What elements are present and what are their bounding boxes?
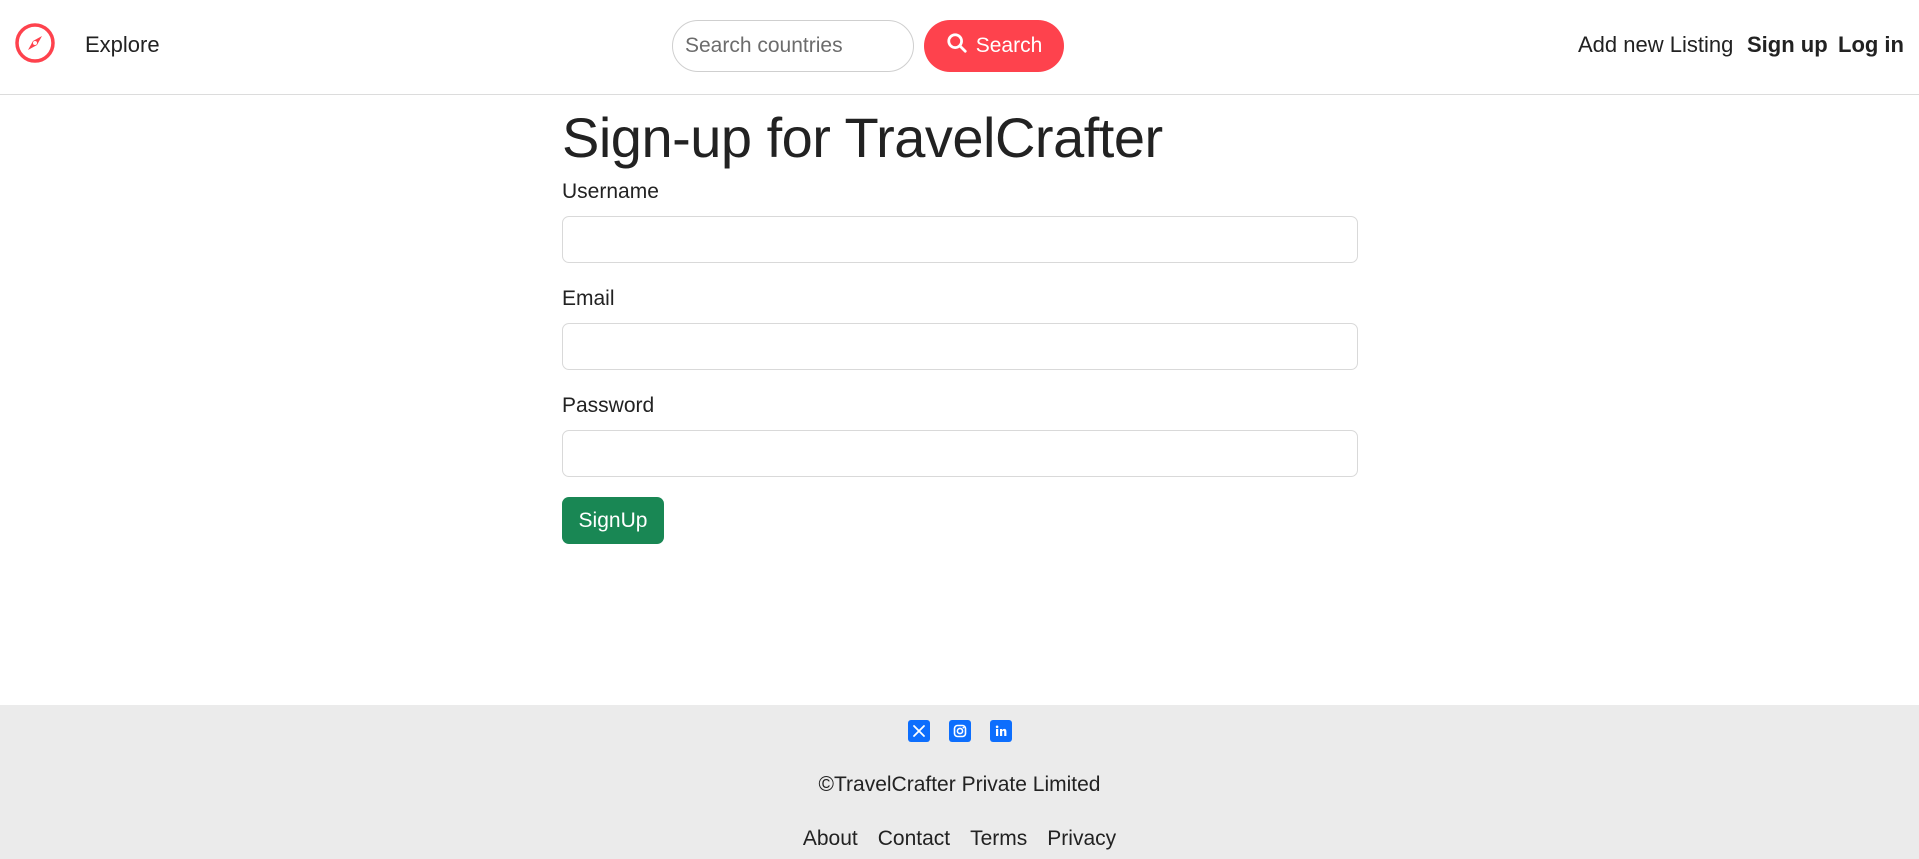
search-icon xyxy=(946,32,968,60)
footer-links: About Contact Terms Privacy xyxy=(0,827,1919,851)
footer-link-terms[interactable]: Terms xyxy=(970,827,1027,851)
instagram-icon[interactable] xyxy=(948,720,971,742)
password-field[interactable] xyxy=(562,430,1358,477)
nav-explore-link[interactable]: Explore xyxy=(85,32,160,58)
copyright-text: ©TravelCrafter Private Limited xyxy=(818,773,1101,796)
x-twitter-icon[interactable] xyxy=(907,720,930,742)
footer-link-about[interactable]: About xyxy=(803,827,858,851)
signup-submit-button[interactable]: SignUp xyxy=(562,497,664,544)
login-link[interactable]: Log in xyxy=(1838,32,1904,58)
password-label: Password xyxy=(562,394,655,417)
footer: ©TravelCrafter Private Limited About Con… xyxy=(0,705,1919,859)
navbar: Explore Search Add new Listing Sign up L… xyxy=(0,0,1919,95)
username-field[interactable] xyxy=(562,216,1358,263)
footer-link-contact[interactable]: Contact xyxy=(878,827,950,851)
search-button[interactable]: Search xyxy=(924,20,1064,72)
username-label: Username xyxy=(562,180,659,203)
page-title: Sign-up for TravelCrafter xyxy=(562,106,1163,169)
footer-link-privacy[interactable]: Privacy xyxy=(1047,827,1116,851)
search-button-label: Search xyxy=(975,34,1043,57)
email-field[interactable] xyxy=(562,323,1358,370)
social-links xyxy=(0,720,1919,742)
add-listing-link[interactable]: Add new Listing xyxy=(1578,32,1733,58)
signup-link[interactable]: Sign up xyxy=(1747,32,1828,58)
search-input[interactable] xyxy=(672,20,914,72)
compass-icon[interactable] xyxy=(14,22,56,64)
email-label: Email xyxy=(562,287,615,310)
linkedin-icon[interactable] xyxy=(989,720,1012,742)
